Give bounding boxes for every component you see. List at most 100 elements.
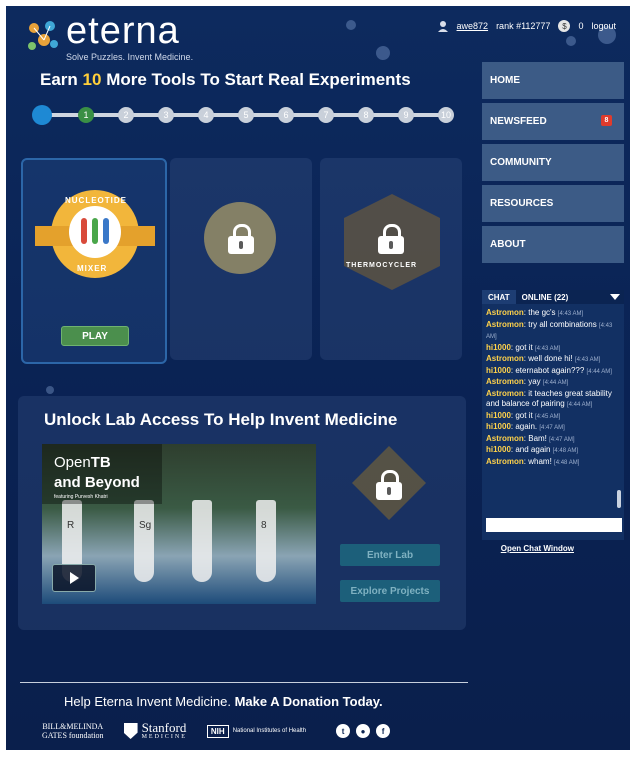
video-tube: Sg: [134, 500, 154, 582]
enter-lab-button[interactable]: Enter Lab: [340, 544, 440, 566]
open-chat-window-link[interactable]: Open Chat Window: [501, 544, 574, 553]
donate-link[interactable]: Make A Donation Today.: [235, 694, 383, 709]
chat-username[interactable]: Astromon: [486, 308, 524, 317]
stanford-medicine-logo: Stanford MEDICINE: [123, 721, 187, 740]
gates-foundation-logo: BILL&MELINDA GATES foundation: [42, 722, 104, 740]
chat-username[interactable]: Astromon: [486, 354, 524, 363]
progress-step: 10: [438, 107, 454, 123]
lock-icon: [376, 470, 402, 500]
main-nav: HOME NEWSFEED 8 COMMUNITY RESOURCES ABOUT: [482, 62, 624, 267]
thermocycler-label: THERMOCYCLER: [346, 262, 418, 269]
chat-text: : got it: [510, 410, 533, 420]
chat-timestamp: [4:45 AM]: [534, 413, 561, 420]
chat-scrollbar[interactable]: [617, 490, 621, 508]
tab-chat[interactable]: CHAT: [482, 290, 516, 304]
coin-icon: $: [558, 20, 571, 32]
nav-newsfeed[interactable]: NEWSFEED 8: [482, 103, 624, 140]
chat-username[interactable]: Astromon: [486, 320, 524, 329]
tab-online[interactable]: ONLINE (22): [516, 293, 575, 302]
chat-username[interactable]: hi1000: [486, 411, 511, 420]
explore-projects-button[interactable]: Explore Projects: [340, 580, 440, 602]
chat-input[interactable]: [486, 518, 622, 532]
chat-log: Astromon: the gc's [4:43 AM] Astromon: tr…: [482, 308, 628, 508]
chat-text: : eternabot again???: [510, 365, 585, 375]
chat-username[interactable]: hi1000: [486, 366, 511, 375]
chat-message: hi1000: eternabot again??? [4:44 AM]: [486, 366, 624, 378]
chat-panel: CHAT ONLINE (22) Astromon: the gc's [4:4…: [482, 290, 624, 540]
lab-access-section: Unlock Lab Access To Help Invent Medicin…: [18, 396, 466, 630]
donate-callout[interactable]: Help Eterna Invent Medicine. Make A Dona…: [64, 694, 383, 709]
chat-username[interactable]: hi1000: [486, 422, 511, 431]
youtube-icon[interactable]: ●: [356, 724, 371, 738]
nav-community[interactable]: COMMUNITY: [482, 144, 624, 181]
video-featuring: featuring Purvesh Khatri: [54, 494, 108, 500]
decor-dot: [566, 36, 576, 46]
chat-message: Astromon: it teaches great stability and…: [486, 389, 624, 411]
video-player[interactable]: R Sg 8 OpenTB and Beyond featuring Purve…: [42, 444, 316, 604]
coin-count: 0: [578, 21, 584, 31]
nav-about[interactable]: ABOUT: [482, 226, 624, 263]
progress-step: 7: [318, 107, 334, 123]
earn-title-count: 10: [82, 70, 102, 89]
nav-resources[interactable]: RESOURCES: [482, 185, 624, 222]
facebook-icon[interactable]: f: [376, 724, 391, 738]
lock-icon: [378, 224, 404, 254]
nav-community-label: COMMUNITY: [490, 157, 552, 168]
chat-timestamp: [4:48 AM]: [552, 448, 579, 454]
chat-message: hi1000: again. [4:47 AM]: [486, 422, 624, 434]
progress-step: 3: [158, 107, 174, 123]
user-icon: [437, 21, 448, 32]
chat-username[interactable]: Astromon: [486, 377, 524, 386]
chat-message: Astromon: try all combinations [4:43 AM]: [486, 320, 624, 343]
nav-home[interactable]: HOME: [482, 62, 624, 99]
logout-link[interactable]: logout: [591, 21, 616, 31]
progress-step: 2: [118, 107, 134, 123]
video-title-line1: OpenTB: [54, 454, 111, 471]
chat-timestamp: [4:43 AM]: [557, 311, 584, 317]
lock-icon: [228, 224, 254, 254]
chat-message: hi1000: got it [4:43 AM]: [486, 343, 624, 355]
chat-text: : and again: [510, 445, 551, 454]
video-title-overlay: OpenTB and Beyond featuring Purvesh Khat…: [42, 444, 162, 504]
chat-text: : got it: [510, 342, 533, 352]
logo-wordmark: eterna: [66, 10, 180, 52]
chat-text: : yay: [523, 377, 541, 386]
chat-message: Astromon: yay [4:44 AM]: [486, 377, 624, 389]
tool-card-nucleotide-mixer[interactable]: NUCLEOTIDE MIXER PLAY: [21, 158, 167, 364]
nih-logo: NIH National Institutes of Health: [206, 724, 306, 738]
test-tubes-icon: [69, 206, 121, 258]
eterna-page: eterna Solve Puzzles. Invent Medicine. a…: [6, 6, 630, 750]
play-button[interactable]: PLAY: [61, 326, 129, 346]
decor-dot: [376, 46, 390, 60]
tool-card-thermocycler: THERMOCYCLER: [320, 158, 462, 360]
progress-step: 1: [78, 107, 94, 123]
eterna-logo[interactable]: eterna Solve Puzzles. Invent Medicine.: [22, 10, 212, 64]
user-rank: rank #112777: [496, 21, 551, 31]
chat-username[interactable]: hi1000: [486, 343, 511, 352]
chat-username[interactable]: Astromon: [486, 434, 524, 443]
collapse-chat-icon[interactable]: [610, 294, 620, 300]
progress-step: 9: [398, 107, 414, 123]
decor-dot: [46, 386, 54, 394]
video-play-button[interactable]: [52, 564, 96, 592]
chat-text: : the gc's: [523, 308, 556, 317]
chat-username[interactable]: hi1000: [486, 445, 511, 454]
chat-message: Astromon: the gc's [4:43 AM]: [486, 308, 624, 320]
twitter-icon[interactable]: t: [336, 724, 351, 738]
chat-timestamp: [4:48 AM]: [554, 459, 580, 466]
chat-username[interactable]: Astromon: [486, 457, 524, 466]
tool-card-locked-2: [170, 158, 312, 360]
username-link[interactable]: awe872: [457, 21, 489, 31]
chat-text: : well done hi!: [523, 354, 573, 363]
chat-text: : Bam!: [523, 433, 547, 443]
chat-username[interactable]: Astromon: [486, 389, 524, 398]
footer-divider: [20, 682, 468, 683]
chat-text: : try all combinations: [523, 319, 597, 329]
progress-step: 4: [198, 107, 214, 123]
chat-message: Astromon: well done hi! [4:43 AM]: [486, 354, 624, 366]
chat-text: : again.: [510, 422, 538, 431]
chat-tabs: CHAT ONLINE (22): [482, 290, 624, 304]
badge-top-label: NUCLEOTIDE: [65, 196, 127, 205]
lab-access-title: Unlock Lab Access To Help Invent Medicin…: [44, 410, 398, 429]
nav-home-label: HOME: [490, 75, 520, 86]
